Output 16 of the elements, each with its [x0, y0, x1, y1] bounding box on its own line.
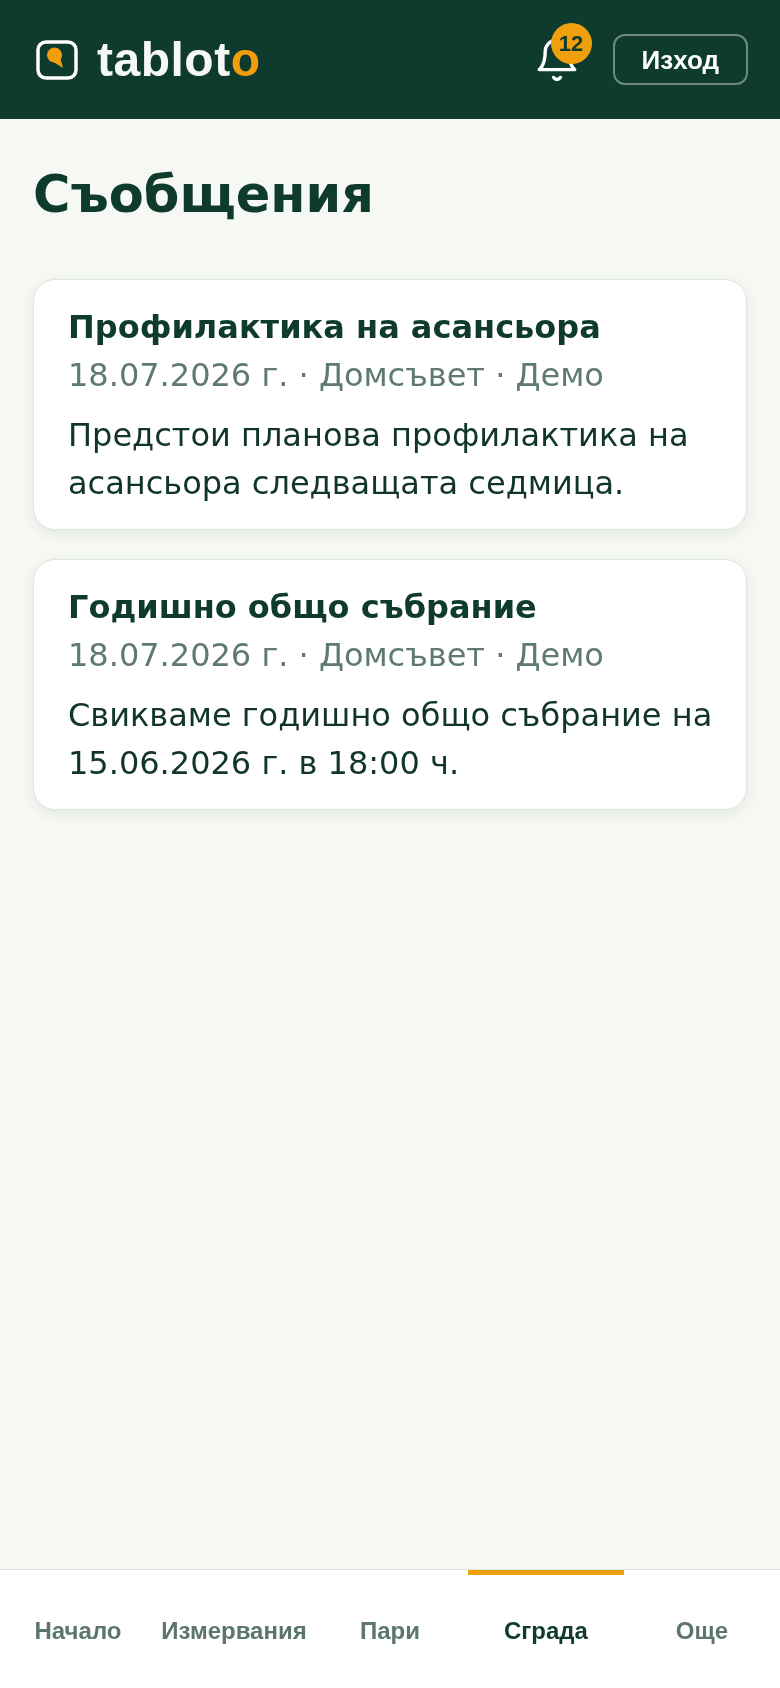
message-meta: 18.07.2026 г. · Домсъвет · Демо — [68, 635, 605, 676]
logo-text: tabloto — [97, 33, 261, 86]
message-body: Предстои планова профилактика на асансьора следващата седмица. — [68, 415, 690, 504]
logout-button[interactable]: Изход — [612, 34, 748, 85]
notification-badge: 12 — [550, 23, 592, 64]
page-title: Съобщения — [33, 165, 376, 225]
message-body: Свикваме годишно общо събрание на 15.06.2026 г. в 18:00 ч. — [68, 695, 714, 784]
logo-icon — [36, 39, 78, 80]
nav-tab[interactable]: Още — [624, 1570, 780, 1688]
nav-tab[interactable]: Пари — [312, 1570, 468, 1688]
nav-tab[interactable]: Начало — [0, 1570, 156, 1688]
message-title: Профилактика на асансьора — [68, 307, 602, 348]
message-title: Годишно общо събрание — [68, 587, 538, 628]
nav-tab[interactable]: Измервания — [156, 1570, 312, 1688]
nav-tab[interactable]: Сграда — [468, 1570, 624, 1688]
message-meta: 18.07.2026 г. · Домсъвет · Демо — [68, 355, 605, 396]
